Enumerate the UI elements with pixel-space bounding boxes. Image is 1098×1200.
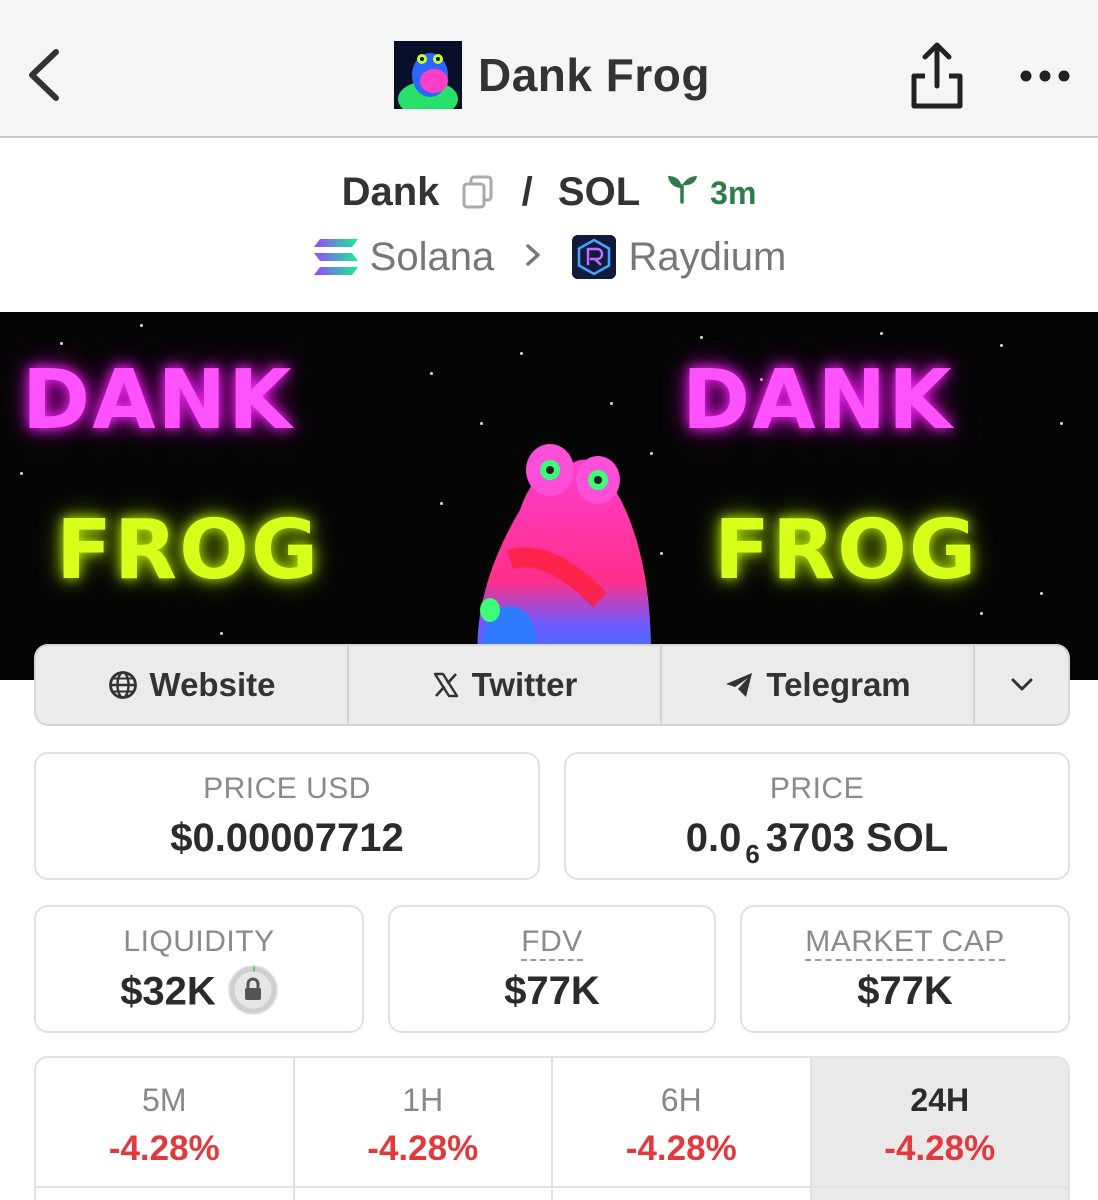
copy-address-button[interactable] xyxy=(461,174,495,210)
tab-6h[interactable]: 6H -4.28% xyxy=(553,1058,812,1200)
pair-age: 3m xyxy=(710,175,757,212)
chain-link[interactable]: Solana xyxy=(312,233,495,280)
tab-5m[interactable]: 5M -4.28% xyxy=(36,1058,295,1200)
website-link-label: Website xyxy=(149,666,276,703)
x-logo-icon xyxy=(433,672,458,698)
social-links-bar: Website Twitter Telegram xyxy=(34,644,1070,726)
top-nav-bar: Dank Frog xyxy=(0,0,1098,138)
ellipsis-icon xyxy=(1020,70,1070,82)
price-native-card: PRICE 0.0 6 3703 SOL xyxy=(564,752,1070,880)
telegram-icon xyxy=(726,673,753,697)
chevron-right-icon xyxy=(523,234,543,279)
chain-name: Solana xyxy=(369,234,495,279)
tab-1h[interactable]: 1H -4.28% xyxy=(295,1058,553,1200)
price-native-zero-count: 6 xyxy=(745,839,760,869)
twitter-link-button[interactable]: Twitter xyxy=(349,646,662,724)
price-usd-value: $0.00007712 xyxy=(170,816,404,860)
fdv-label-row: FDV xyxy=(390,925,714,961)
seedling-icon xyxy=(668,176,698,205)
change-value: -4.28% xyxy=(884,1129,996,1168)
more-options-button[interactable] xyxy=(1016,58,1074,94)
change-value: -4.28% xyxy=(108,1129,220,1168)
share-button[interactable] xyxy=(908,40,966,112)
share-icon xyxy=(911,42,963,109)
more-links-dropdown[interactable] xyxy=(975,646,1068,724)
change-label: 5M xyxy=(142,1082,187,1118)
change-value: -4.28% xyxy=(367,1129,479,1168)
price-native-label: PRICE xyxy=(769,772,865,805)
change-label: 1H xyxy=(402,1082,444,1118)
lock-icon xyxy=(229,966,277,1014)
liquidity-value-row: $32K xyxy=(36,965,362,1019)
dex-name: Raydium xyxy=(628,234,787,279)
price-usd-card: PRICE USD $0.00007712 xyxy=(34,752,540,880)
banner-text-frog-right: FROG xyxy=(714,503,979,598)
pair-age-badge: 3m xyxy=(665,172,756,212)
raydium-logo-icon xyxy=(572,235,617,280)
solana-logo-icon xyxy=(313,239,358,276)
base-token-symbol: Dank xyxy=(341,169,440,214)
price-native-prefix: 0.0 xyxy=(685,816,742,860)
market-cap-label[interactable]: MARKET CAP xyxy=(805,925,1005,961)
price-native-digits: 3703 xyxy=(765,816,855,860)
chevron-left-icon xyxy=(29,49,59,101)
globe-icon xyxy=(108,671,137,699)
dex-link[interactable]: Raydium xyxy=(572,233,786,280)
liquidity-label: LIQUIDITY xyxy=(123,925,275,958)
website-link-button[interactable]: Website xyxy=(36,646,349,724)
telegram-link-button[interactable]: Telegram xyxy=(662,646,975,724)
pair-header: Dank / SOL 3m xyxy=(0,168,1098,222)
banner-text-dank-left: DANK xyxy=(22,353,294,448)
banner-text-frog-left: FROG xyxy=(56,503,321,598)
token-banner-image: DANK FROG DANK FROG xyxy=(0,312,1098,680)
fdv-value: $77K xyxy=(504,969,600,1013)
banner-text-dank-right: DANK xyxy=(682,353,954,448)
liquidity-lock-badge[interactable] xyxy=(227,965,278,1015)
price-native-value: 0.0 6 3703 SOL xyxy=(566,816,1068,869)
market-cap-label-row: MARKET CAP xyxy=(742,925,1068,961)
page-title: Dank Frog xyxy=(478,49,710,101)
telegram-link-label: Telegram xyxy=(766,666,911,703)
change-label: 24H xyxy=(910,1082,970,1118)
price-native-unit: SOL xyxy=(865,816,949,860)
chevron-down-icon xyxy=(1011,678,1032,691)
copy-icon xyxy=(462,175,493,209)
change-label: 6H xyxy=(660,1082,702,1118)
pair-separator: / xyxy=(521,169,533,214)
quote-token-symbol: SOL xyxy=(557,169,641,214)
liquidity-card: LIQUIDITY $32K xyxy=(34,905,364,1033)
back-button[interactable] xyxy=(18,40,74,110)
fdv-card: FDV $77K xyxy=(388,905,716,1033)
token-avatar xyxy=(394,41,462,109)
fdv-label[interactable]: FDV xyxy=(521,925,583,961)
market-cap-value: $77K xyxy=(857,969,953,1013)
change-value: -4.28% xyxy=(625,1129,737,1168)
tab-24h[interactable]: 24H -4.28% xyxy=(811,1058,1068,1200)
price-change-tabs: 5M -4.28% 1H -4.28% 6H -4.28% 24H -4.28% xyxy=(34,1056,1070,1200)
twitter-link-label: Twitter xyxy=(471,666,578,703)
chain-dex-breadcrumb: Solana Raydium xyxy=(0,232,1098,282)
liquidity-value: $32K xyxy=(120,969,216,1014)
price-usd-label: PRICE USD xyxy=(203,772,371,805)
divider xyxy=(34,1186,1070,1188)
market-cap-card: MARKET CAP $77K xyxy=(740,905,1070,1033)
